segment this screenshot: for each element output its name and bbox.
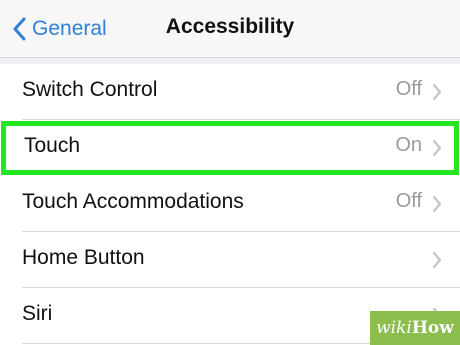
watermark-part-how: How [411, 318, 454, 338]
navigation-bar: General Accessibility [0, 0, 460, 58]
row-label: Touch Accommodations [22, 190, 244, 213]
chevron-right-icon [432, 195, 442, 213]
row-home-button[interactable]: Home Button [0, 232, 460, 288]
chevron-right-icon [432, 251, 442, 269]
row-label: Touch [24, 134, 81, 157]
watermark-part-wiki: wiki [376, 318, 412, 338]
row-switch-control[interactable]: Switch Control Off [0, 64, 460, 120]
row-label: Home Button [22, 246, 145, 269]
row-touch-accommodations[interactable]: Touch Accommodations Off [0, 176, 460, 232]
wikihow-watermark: wiki How [370, 311, 460, 345]
row-value: Off [395, 190, 422, 212]
settings-list: Switch Control Off Touch On Touch Accomm… [0, 64, 460, 344]
row-label: Siri [22, 302, 53, 325]
row-value: Off [395, 78, 422, 100]
page-title: Accessibility [165, 15, 295, 38]
chevron-right-icon [432, 139, 442, 157]
row-label: Switch Control [22, 78, 158, 101]
chevron-right-icon [432, 83, 442, 101]
row-value: On [395, 134, 422, 156]
row-touch[interactable]: Touch On [0, 120, 460, 176]
